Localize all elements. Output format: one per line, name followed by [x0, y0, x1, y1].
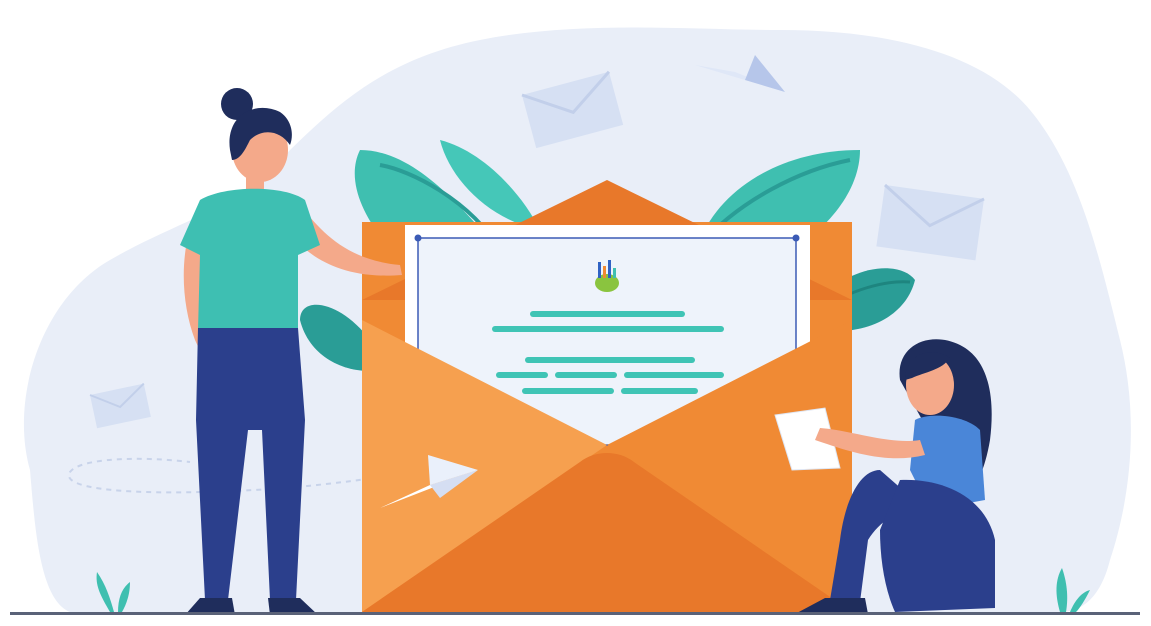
illustration-scene [0, 0, 1151, 626]
ground-line [10, 612, 1140, 615]
email-illustration [10, 27, 1140, 615]
